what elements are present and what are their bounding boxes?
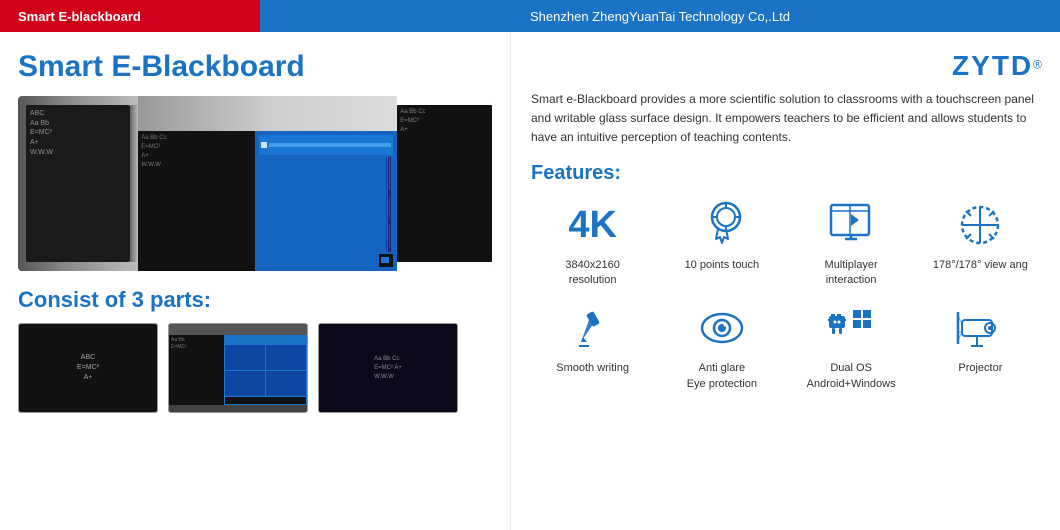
4k-text-icon: 4K (568, 206, 617, 244)
logo-text: ZYTD (952, 50, 1033, 81)
multiplayer-svg (825, 199, 877, 251)
part-chalk-text: ABCE=MC²A+ (77, 353, 99, 382)
board-screen: Aa Bb CcE=MC²A+W.W.W (138, 131, 397, 271)
main-content: Smart E-Blackboard ABCAa BbE=MC²A+W.W.W … (0, 32, 1060, 530)
feature-view: 178°/178° view ang (919, 197, 1042, 289)
board-screen-windows (255, 131, 397, 271)
header: Smart E-blackboard Shenzhen ZhengYuanTai… (0, 0, 1060, 32)
logo-reg: ® (1033, 58, 1042, 72)
blackboard-image-sim: ABCAa BbE=MC²A+W.W.W Aa Bb CcE=MC²A+W.W.… (18, 96, 492, 271)
touch-svg (696, 199, 748, 251)
feature-multiplayer-icon (823, 197, 879, 253)
feature-touch: 10 points touch (660, 197, 783, 289)
view-svg (954, 199, 1006, 251)
feature-projector-icon (952, 300, 1008, 356)
feature-os-icon (823, 300, 879, 356)
feature-projector: Projector (919, 300, 1042, 392)
part-1-image: ABCE=MC²A+ (18, 323, 158, 413)
features-grid: 4K 3840x2160resolution (531, 197, 1042, 393)
part-blackboard-board: ABCE=MC²A+ (19, 324, 157, 412)
feature-view-label: 178°/178° view ang (933, 258, 1028, 273)
os-svg (823, 302, 879, 354)
left-panel: Smart E-Blackboard ABCAa BbE=MC²A+W.W.W … (0, 32, 510, 530)
right-panel: ZYTD® Smart e-Blackboard provides a more… (510, 32, 1060, 530)
board-left-panel: ABCAa BbE=MC²A+W.W.W (26, 105, 130, 263)
part-3-image: Aa Bb CcE=MC² A+W.W.W (318, 323, 458, 413)
features-title: Features: (531, 162, 1042, 185)
logo-area: ZYTD® (531, 50, 1042, 82)
feature-projector-label: Projector (958, 361, 1002, 376)
product-description: Smart e-Blackboard provides a more scien… (531, 90, 1042, 148)
header-brand-label: Smart E-blackboard (18, 9, 141, 24)
board-screen-blackboard: Aa Bb CcE=MC²A+W.W.W (138, 131, 255, 271)
feature-touch-label: 10 points touch (685, 258, 760, 273)
header-brand: Smart E-blackboard (0, 0, 260, 32)
feature-multiplayer-label: Multiplayerinteraction (825, 258, 878, 289)
feature-eye-icon (694, 300, 750, 356)
feature-eye-label: Anti glareEye protection (687, 361, 757, 392)
feature-writing-icon (565, 300, 621, 356)
header-company-label: Shenzhen ZhengYuanTai Technology Co,.Ltd (530, 9, 790, 24)
feature-4k-label: 3840x2160resolution (565, 258, 619, 289)
feature-writing-label: Smooth writing (556, 361, 629, 376)
board-main-panel: Aa Bb CcE=MC²A+W.W.W (138, 96, 397, 271)
writing-svg (567, 302, 619, 354)
eye-svg (696, 302, 748, 354)
parts-row: ABCE=MC²A+ Aa BbE=MC² (18, 323, 492, 413)
feature-touch-icon (694, 197, 750, 253)
part-2-image: Aa BbE=MC² (168, 323, 308, 413)
logo: ZYTD® (952, 50, 1042, 82)
feature-os-label: Dual OSAndroid+Windows (807, 361, 896, 392)
feature-4k-icon: 4K (565, 197, 621, 253)
consist-title: Consist of 3 parts: (18, 287, 492, 313)
projector-svg (954, 302, 1006, 354)
feature-os: Dual OSAndroid+Windows (790, 300, 913, 392)
feature-multiplayer: Multiplayerinteraction (790, 197, 913, 289)
product-image: ABCAa BbE=MC²A+W.W.W Aa Bb CcE=MC²A+W.W.… (18, 96, 492, 271)
header-company: Shenzhen ZhengYuanTai Technology Co,.Ltd (260, 0, 1060, 32)
page-title: Smart E-Blackboard (18, 50, 492, 84)
feature-writing: Smooth writing (531, 300, 654, 392)
feature-4k: 4K 3840x2160resolution (531, 197, 654, 289)
feature-eye: Anti glareEye protection (660, 300, 783, 392)
feature-view-icon (952, 197, 1008, 253)
